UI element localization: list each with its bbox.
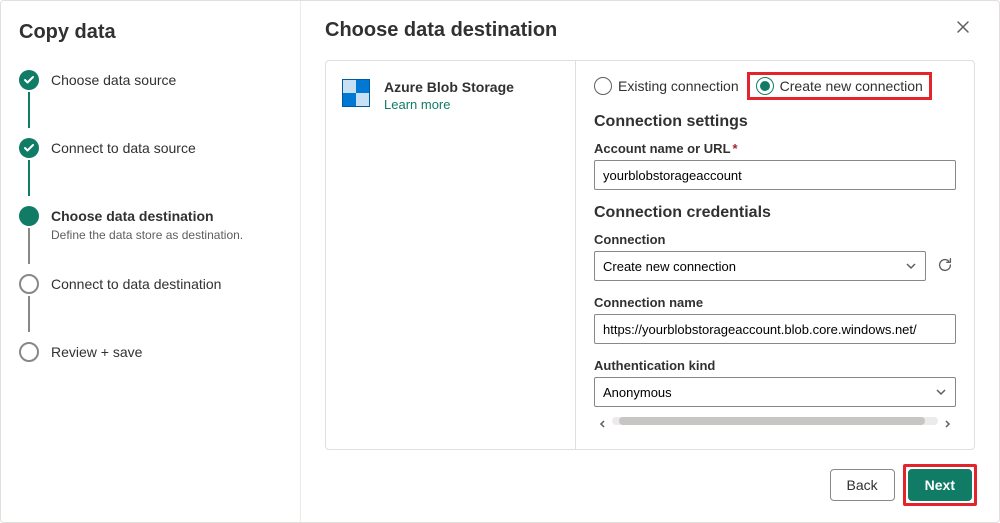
radio-create-new-connection[interactable]: Create new connection xyxy=(756,77,923,95)
field-connection: Connection Create new connection xyxy=(594,232,956,281)
field-connection-name: Connection name xyxy=(594,295,956,344)
field-account-name: Account name or URL* xyxy=(594,141,956,190)
connection-mode-radio-group: Existing connection Create new connectio… xyxy=(594,75,956,97)
check-icon xyxy=(19,138,39,158)
step-connect-destination[interactable]: Connect to data destination xyxy=(19,274,282,330)
field-auth-kind: Authentication kind Anonymous xyxy=(594,358,956,407)
step-connect-source[interactable]: Connect to data source xyxy=(19,138,282,194)
close-button[interactable] xyxy=(955,19,975,39)
circle-icon xyxy=(19,274,39,294)
step-choose-source[interactable]: Choose data source xyxy=(19,70,282,126)
scroll-right-icon[interactable] xyxy=(942,416,952,426)
destination-card: Azure Blob Storage Learn more Existing c… xyxy=(325,60,975,450)
wizard-sidebar: Copy data Choose data source Connect to … xyxy=(1,1,301,522)
radio-existing-connection[interactable]: Existing connection xyxy=(594,77,739,95)
destination-form: Existing connection Create new connectio… xyxy=(576,61,974,449)
step-review-save[interactable]: Review + save xyxy=(19,342,282,398)
required-asterisk: * xyxy=(733,141,738,156)
refresh-button[interactable] xyxy=(936,256,956,276)
circle-icon xyxy=(19,342,39,362)
back-button[interactable]: Back xyxy=(830,469,895,501)
connection-name-input[interactable] xyxy=(594,314,956,344)
scrollbar-thumb[interactable] xyxy=(619,417,925,425)
highlight-create-new: Create new connection xyxy=(747,72,932,100)
wizard-main: Choose data destination Azure Blob Stora… xyxy=(301,1,999,522)
account-name-input[interactable] xyxy=(594,160,956,190)
connection-name-label: Connection name xyxy=(594,295,956,310)
learn-more-link[interactable]: Learn more xyxy=(384,97,450,112)
auth-kind-label: Authentication kind xyxy=(594,358,956,373)
next-button[interactable]: Next xyxy=(908,469,972,501)
connection-settings-heading: Connection settings xyxy=(594,113,956,131)
page-title: Choose data destination xyxy=(325,19,975,42)
scrollbar-track[interactable] xyxy=(612,417,938,425)
destination-name: Azure Blob Storage xyxy=(384,79,514,95)
wizard-steps: Choose data source Connect to data sourc… xyxy=(19,70,282,398)
dot-icon xyxy=(19,206,39,226)
radio-icon xyxy=(594,77,612,95)
account-name-label: Account name or URL* xyxy=(594,141,956,156)
sidebar-title: Copy data xyxy=(19,21,282,44)
wizard-footer: Back Next xyxy=(325,466,975,504)
connection-label: Connection xyxy=(594,232,956,247)
radio-label: Create new connection xyxy=(780,78,923,94)
highlight-next: Next xyxy=(903,464,977,506)
auth-kind-select[interactable]: Anonymous xyxy=(594,377,956,407)
check-icon xyxy=(19,70,39,90)
radio-label: Existing connection xyxy=(618,78,739,94)
scroll-left-icon[interactable] xyxy=(598,416,608,426)
radio-icon xyxy=(756,77,774,95)
connection-credentials-heading: Connection credentials xyxy=(594,204,956,222)
copy-data-wizard: Copy data Choose data source Connect to … xyxy=(0,0,1000,523)
connection-select[interactable]: Create new connection xyxy=(594,251,926,281)
horizontal-scrollbar[interactable] xyxy=(594,415,956,427)
azure-blob-storage-icon xyxy=(342,79,370,107)
step-choose-destination[interactable]: Choose data destination Define the data … xyxy=(19,206,282,262)
destination-summary: Azure Blob Storage Learn more xyxy=(326,61,576,449)
